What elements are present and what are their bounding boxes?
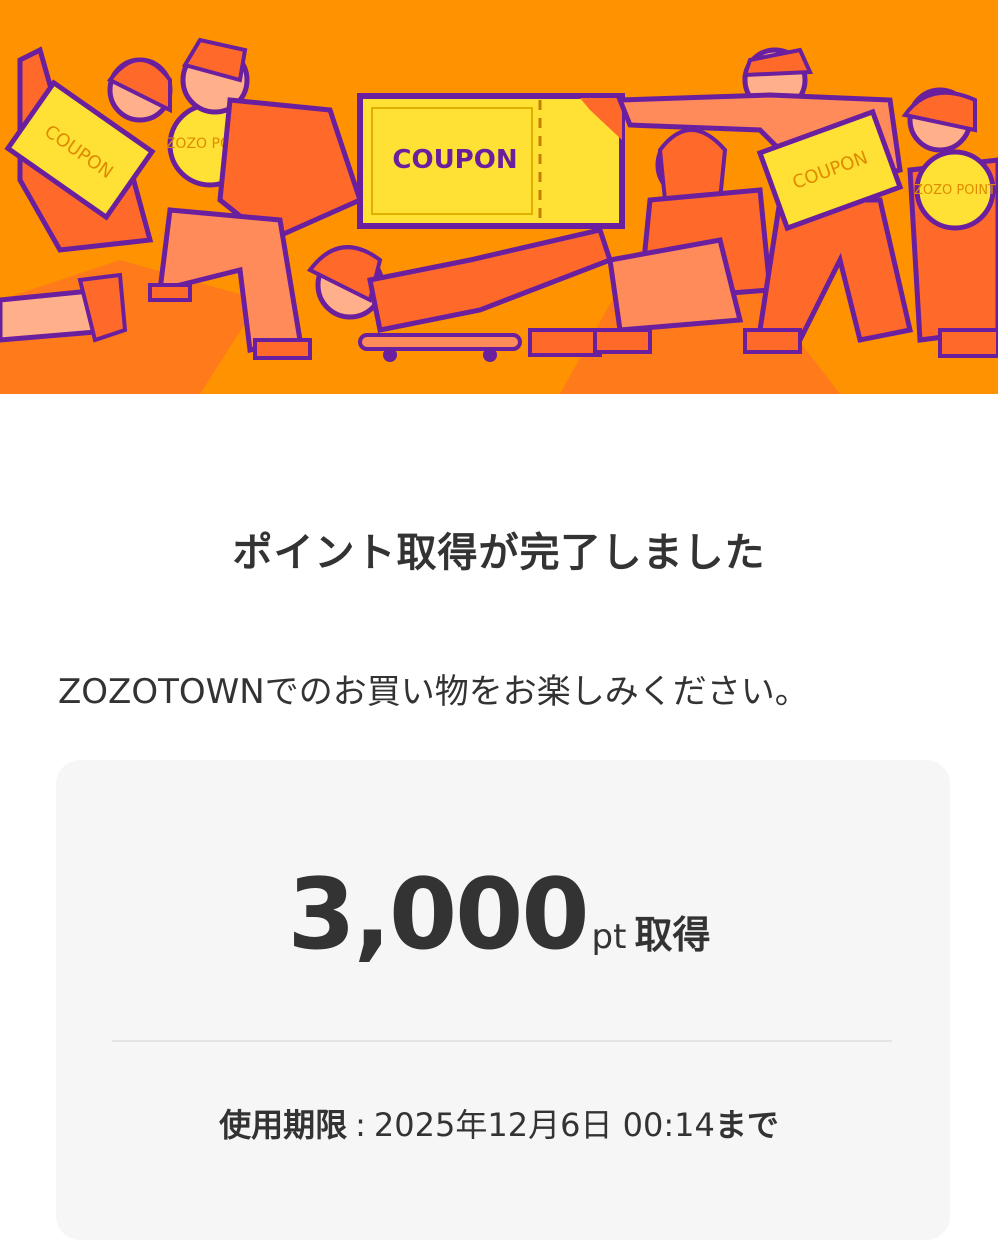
points-unit: pt (591, 917, 627, 957)
expiry-separator: : (355, 1106, 366, 1144)
thank-you-message: ZOZOTOWNでのお買い物をお楽しみください。 (58, 672, 809, 712)
coupon-ticket-main: COUPON (357, 93, 625, 229)
expiry-label: 使用期限 (219, 1106, 348, 1144)
points-earned: 3,000 pt 取得 (0, 858, 998, 972)
points-card (56, 760, 950, 1240)
expiry-date: 2025年12月6日 00:14 (373, 1106, 715, 1144)
coupon-illustration: COUPON ZOZO POINT COUPON COUPON ZOZO POI… (0, 37, 998, 394)
expiry-row: 使用期限:2025年12月6日 00:14まで (0, 1100, 998, 1146)
svg-text:COUPON: COUPON (392, 145, 517, 175)
expiry-until: まで (714, 1106, 779, 1144)
points-value: 3,000 (287, 858, 590, 972)
card-divider (112, 1040, 892, 1042)
svg-text:ZOZO POINT: ZOZO POINT (914, 183, 996, 198)
header-illustration: COUPON ZOZO POINT COUPON COUPON ZOZO POI… (0, 0, 998, 394)
zozo-point-coin-right: ZOZO POINT (914, 149, 996, 231)
completion-title: ポイント取得が完了しました (232, 530, 766, 576)
points-suffix: 取得 (634, 913, 711, 957)
figure-skateboard (306, 227, 614, 362)
